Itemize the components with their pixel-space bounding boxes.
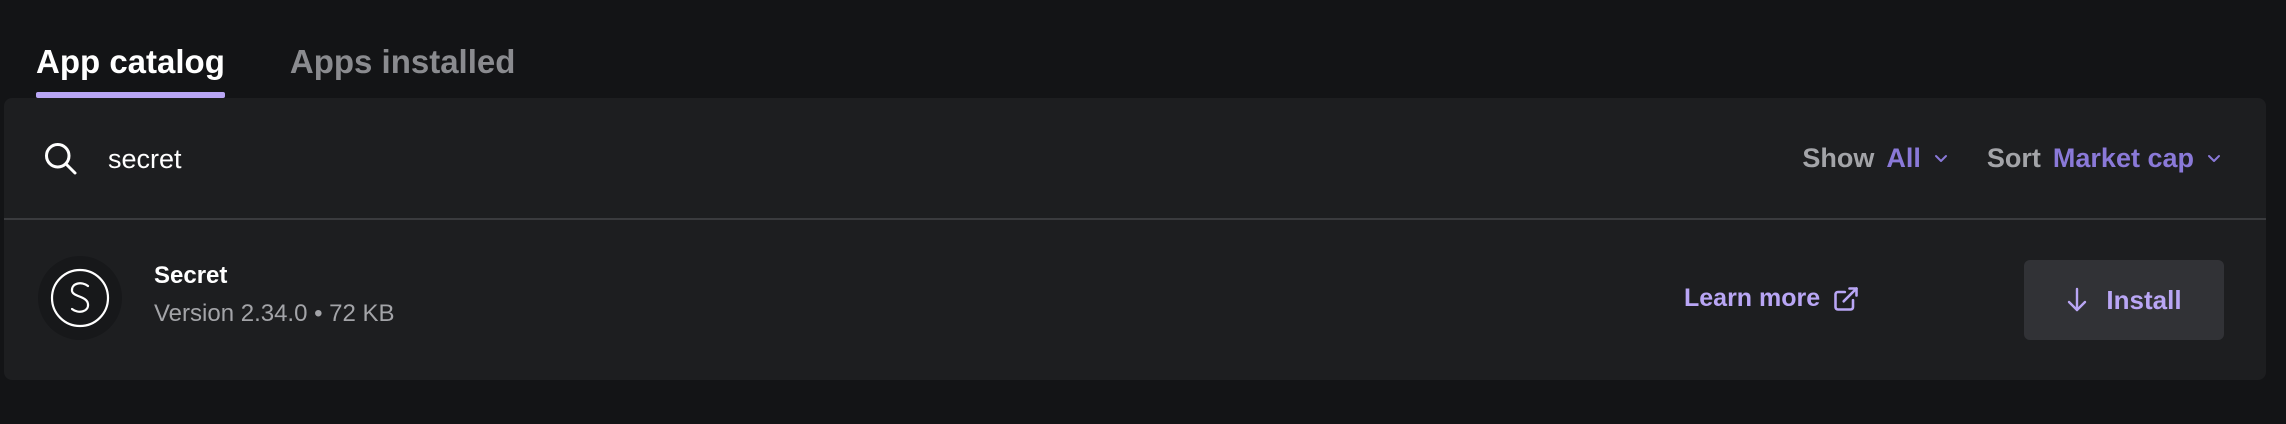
download-arrow-icon <box>2068 287 2087 312</box>
chevron-down-icon <box>1934 155 1947 162</box>
catalog-panel: Show All Sort Market cap Secret Version … <box>4 98 2266 380</box>
sort-label: Sort <box>1986 142 2041 173</box>
app-name: Secret <box>154 262 228 289</box>
install-button[interactable]: Install <box>2024 260 2224 340</box>
search-bar: Show All Sort Market cap <box>4 98 2266 220</box>
sort-value: Market cap <box>2052 142 2194 173</box>
list-item: Secret Version 2.34.0 • 72 KB Learn more… <box>4 220 2266 380</box>
sort-dropdown[interactable]: Sort Market cap <box>1987 143 2224 174</box>
chevron-down-icon <box>2208 155 2220 162</box>
tab-app-catalog[interactable]: App catalog <box>36 45 225 98</box>
learn-more-link[interactable]: Learn more <box>1684 284 1860 313</box>
search-icon <box>45 143 77 175</box>
app-version-size: Version 2.34.0 • 72 KB <box>154 300 395 327</box>
show-filter-dropdown[interactable]: Show All <box>1802 143 1951 174</box>
show-filter-label: Show <box>1802 142 1875 173</box>
install-label: Install <box>2106 284 2182 315</box>
secret-logo-icon <box>38 256 122 340</box>
show-filter-value: All <box>1886 142 1921 173</box>
tab-bar: App catalog Apps installed <box>36 0 580 98</box>
external-link-icon <box>1834 286 1858 311</box>
learn-more-label: Learn more <box>1684 284 1821 312</box>
search-input[interactable] <box>106 136 1210 182</box>
filter-controls: Show All Sort Market cap <box>1802 138 2224 178</box>
tab-apps-installed[interactable]: Apps installed <box>290 45 516 98</box>
